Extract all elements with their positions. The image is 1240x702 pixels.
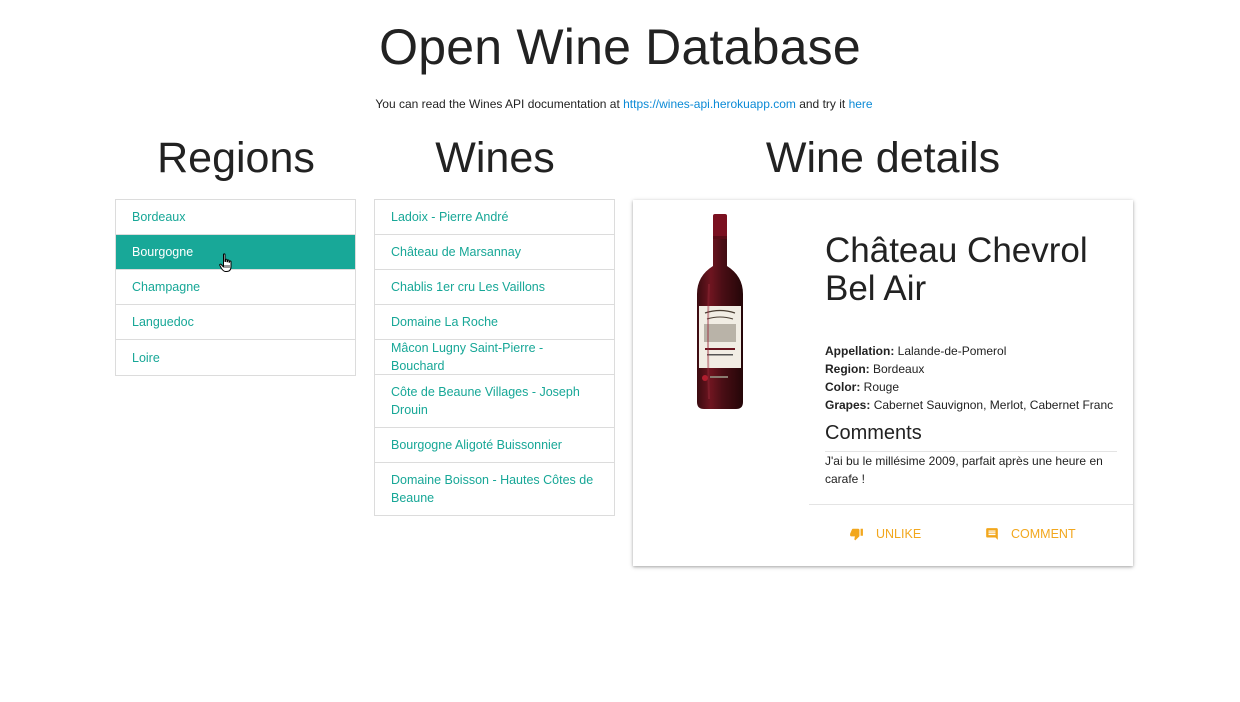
comment-button[interactable]: Comment	[985, 527, 1076, 541]
region-item-languedoc[interactable]: Languedoc	[116, 305, 355, 340]
appellation-row: Appellation: Lalande-de-Pomerol	[825, 342, 1125, 360]
wine-item[interactable]: Ladoix - Pierre André	[375, 200, 614, 235]
color-value: Rouge	[860, 380, 900, 394]
wine-name: Château Chevrol Bel Air	[825, 231, 1088, 308]
wines-heading: Wines	[435, 134, 555, 182]
wine-properties: Appellation: Lalande-de-Pomerol Region: …	[825, 342, 1125, 414]
color-label: Color:	[825, 380, 861, 394]
api-info-text: You can read the Wines API documentation…	[0, 97, 1240, 111]
wine-item[interactable]: Côte de Beaune Villages - Joseph Drouin	[375, 375, 614, 428]
api-doc-link[interactable]: https://wines-api.herokuapp.com	[623, 97, 796, 111]
wine-item[interactable]: Domaine Boisson - Hautes Côtes de Beaune	[375, 463, 614, 515]
wine-item[interactable]: Bourgogne Aligoté Buissonnier	[375, 428, 614, 463]
page-title: Open Wine Database	[379, 19, 861, 75]
unlike-label: Unlike	[876, 527, 922, 541]
wines-list: Ladoix - Pierre André Château de Marsann…	[374, 199, 615, 516]
unlike-button[interactable]: Unlike	[849, 527, 921, 541]
comment-label: Comment	[1011, 527, 1076, 541]
appellation-label: Appellation:	[825, 344, 895, 358]
appellation-value: Lalande-de-Pomerol	[894, 344, 1007, 358]
grapes-row: Grapes: Cabernet Sauvignon, Merlot, Cabe…	[825, 396, 1125, 414]
grapes-label: Grapes:	[825, 398, 871, 412]
wine-item[interactable]: Domaine La Roche	[375, 305, 614, 340]
regions-heading: Regions	[157, 134, 315, 182]
region-item-champagne[interactable]: Champagne	[116, 270, 355, 305]
region-item-loire[interactable]: Loire	[116, 340, 355, 375]
regions-list: Bordeaux Bourgogne Champagne Languedoc L…	[115, 199, 356, 376]
try-it-link[interactable]: here	[849, 97, 873, 111]
comment-text: J'ai bu le millésime 2009, parfait après…	[825, 454, 1103, 486]
wine-details-card: Château Chevrol Bel Air Appellation: Lal…	[633, 200, 1133, 566]
color-row: Color: Rouge	[825, 378, 1125, 396]
subtitle-prefix: You can read the Wines API documentation…	[375, 97, 624, 111]
wine-item[interactable]: Chablis 1er cru Les Vaillons	[375, 270, 614, 305]
card-divider	[809, 504, 1133, 505]
wine-details-heading: Wine details	[765, 134, 1001, 182]
region-item-bordeaux[interactable]: Bordeaux	[116, 200, 355, 235]
wine-item[interactable]: Mâcon Lugny Saint-Pierre - Bouchard	[375, 340, 614, 375]
comments-heading: Comments	[825, 422, 1117, 452]
region-row: Region: Bordeaux	[825, 360, 1125, 378]
wine-item[interactable]: Château de Marsannay	[375, 235, 614, 270]
region-label: Region:	[825, 362, 870, 376]
wine-bottle-image	[697, 214, 743, 409]
comment-icon	[986, 528, 998, 540]
region-item-bourgogne[interactable]: Bourgogne	[116, 235, 355, 270]
grapes-value: Cabernet Sauvignon, Merlot, Cabernet Fra…	[870, 398, 1114, 412]
region-value: Bordeaux	[869, 362, 925, 376]
subtitle-middle: and try it	[795, 97, 849, 111]
thumb-down-icon	[850, 528, 863, 541]
hand-pointer-cursor-icon	[219, 253, 232, 272]
